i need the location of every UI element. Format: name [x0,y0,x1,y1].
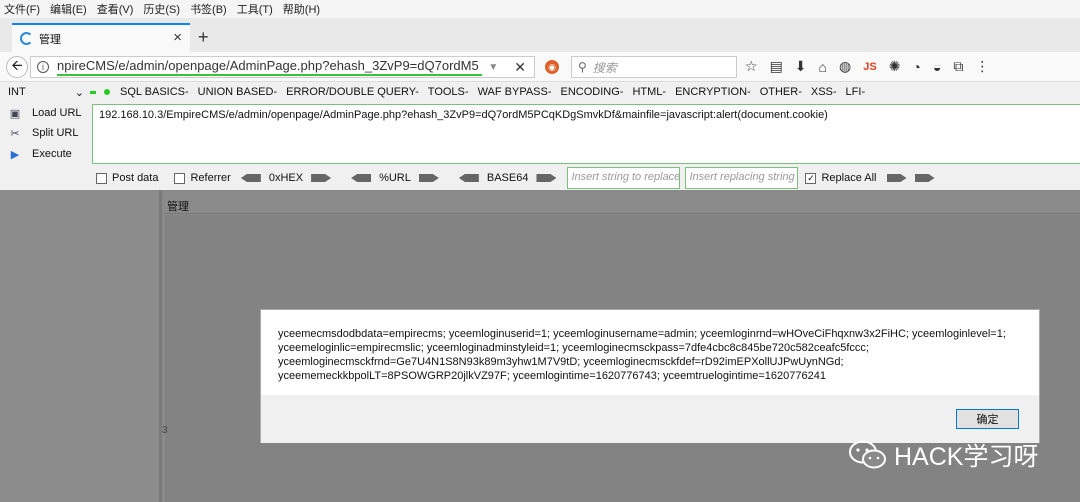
clear-icon[interactable]: ✕ [514,59,526,76]
address-bar[interactable]: i npireCMS/e/admin/openpage/AdminPage.ph… [30,56,535,78]
bookmark-star-icon[interactable]: ☆ [745,58,758,75]
url-decode-icon[interactable] [351,174,372,182]
base64-label: BASE64 [486,172,529,184]
left-frame [0,190,162,502]
menu-file[interactable]: 文件(F) [4,1,40,17]
reader-icon[interactable]: ▤ [770,58,783,75]
replacing-input[interactable]: Insert replacing string [685,167,799,189]
more-menu-icon[interactable]: ⋮ [975,58,989,75]
replace-all-checkbox[interactable]: ✓ Replace All [805,172,877,184]
info-icon[interactable]: i [37,61,49,73]
search-input[interactable]: ⚲ 搜索 [571,56,737,78]
menu-encryption[interactable]: ENCRYPTION- [675,86,751,98]
menu-html[interactable]: HTML- [632,86,666,98]
hackbar-options-row: Post data Referrer 0xHEX %URL BASE64 Ins… [0,166,1080,190]
replace-alt-icon[interactable] [914,174,935,182]
toolbar-icons: ☆ ▤ ⬇ ⌂ ◍ JS ✺ ◔ ◒ ⧉ ⋮ [745,58,989,75]
watermark: HACK学习呀 [848,437,1038,473]
cookie-icon[interactable]: ◒ [933,59,941,75]
new-tab-button[interactable]: + [198,27,209,48]
tabs-icon[interactable]: ⧉ [953,58,963,75]
palette-icon[interactable]: ◔ [912,59,920,75]
addon-icon[interactable]: ◉ [545,60,559,74]
nav-bar: 🡨 i npireCMS/e/admin/openpage/AdminPage.… [0,52,1080,82]
plus-icon[interactable] [104,89,110,95]
extension-icon[interactable]: ✺ [889,58,901,75]
download-icon[interactable]: ⬇ [795,58,807,75]
hex-encode-icon[interactable] [311,174,332,182]
load-url-button[interactable]: ▣ Load URL [8,104,82,122]
base64-encode-icon[interactable] [536,174,557,182]
load-icon: ▣ [9,107,21,120]
url-textarea[interactable]: 192.168.10.3/EmpireCMS/e/admin/openpage/… [92,104,1080,164]
type-select[interactable]: INT ⌄ [8,86,84,99]
hex-label: 0xHEX [268,172,304,184]
menu-waf-bypass[interactable]: WAF BYPASS- [478,86,552,98]
referrer-checkbox[interactable]: Referrer [174,172,231,184]
hackbar-menus: SQL BASICS- UNION BASED- ERROR/DOUBLE QU… [120,86,865,98]
page-title: 管理 [165,194,1080,214]
watermark-text: HACK学习呀 [894,443,1039,471]
tab-admin[interactable]: 管理 × [12,23,190,52]
home-icon[interactable]: ⌂ [819,59,827,75]
hackbar-main: ▣ Load URL ✂ Split URL ▶ Execute 192.168… [0,102,1080,166]
menu-lfi[interactable]: LFI- [846,86,866,98]
arrow-left-icon: 🡨 [11,57,23,73]
tab-strip: 管理 × + [0,18,1080,52]
menu-bookmarks[interactable]: 书签(B) [190,1,227,17]
search-icon: ⚲ [578,60,587,74]
stray-text: 3 [162,425,168,436]
menu-xss[interactable]: XSS- [811,86,837,98]
minus-icon[interactable] [90,90,96,94]
url-encode-icon[interactable] [418,174,439,182]
menu-encoding[interactable]: ENCODING- [561,86,624,98]
ok-button[interactable]: 确定 [956,409,1019,429]
hex-decode-icon[interactable] [240,174,261,182]
play-icon: ▶ [10,148,20,161]
dialog-footer: 确定 [261,395,1039,443]
menu-other[interactable]: OTHER- [760,86,802,98]
menu-edit[interactable]: 编辑(E) [50,1,87,17]
split-url-button[interactable]: ✂ Split URL [8,124,78,142]
menu-help[interactable]: 帮助(H) [283,1,320,17]
base64-decode-icon[interactable] [458,174,479,182]
menu-tools-hb[interactable]: TOOLS- [428,86,469,98]
replace-right-icon[interactable] [886,174,907,182]
globe-icon[interactable]: ◍ [839,58,851,75]
js-icon[interactable]: JS [863,61,876,73]
menu-sql-basics[interactable]: SQL BASICS- [120,86,189,98]
menu-view[interactable]: 查看(V) [97,1,134,17]
url-label: %URL [379,172,411,184]
close-icon[interactable]: × [173,29,182,46]
menu-error-double-query[interactable]: ERROR/DOUBLE QUERY- [286,86,419,98]
menu-bar: 文件(F) 编辑(E) 查看(V) 历史(S) 书签(B) 工具(T) 帮助(H… [0,0,1080,18]
chevron-down-icon: ⌄ [74,86,84,99]
post-data-checkbox[interactable]: Post data [96,172,158,184]
menu-tools[interactable]: 工具(T) [237,1,273,17]
tab-title: 管理 [39,33,61,46]
menu-history[interactable]: 历史(S) [143,1,180,17]
replace-input[interactable]: Insert string to replace [567,167,681,189]
hackbar-menu-row: INT ⌄ SQL BASICS- UNION BASED- ERROR/DOU… [0,82,1080,102]
wechat-icon [849,440,886,469]
loading-icon [20,32,33,45]
url-text: npireCMS/e/admin/openpage/AdminPage.php?… [57,58,483,76]
back-button[interactable]: 🡨 [6,56,28,78]
alert-message: yceemecmsdodbdata=empirecms; yceemloginu… [278,328,1006,382]
alert-dialog: yceemecmsdodbdata=empirecms; yceemloginu… [260,309,1040,443]
menu-union-based[interactable]: UNION BASED- [198,86,277,98]
execute-button[interactable]: ▶ Execute [8,145,72,163]
scissors-icon: ✂ [10,127,20,140]
search-placeholder: 搜索 [592,60,617,75]
dropdown-arrow-icon[interactable]: ▼ [488,62,498,73]
